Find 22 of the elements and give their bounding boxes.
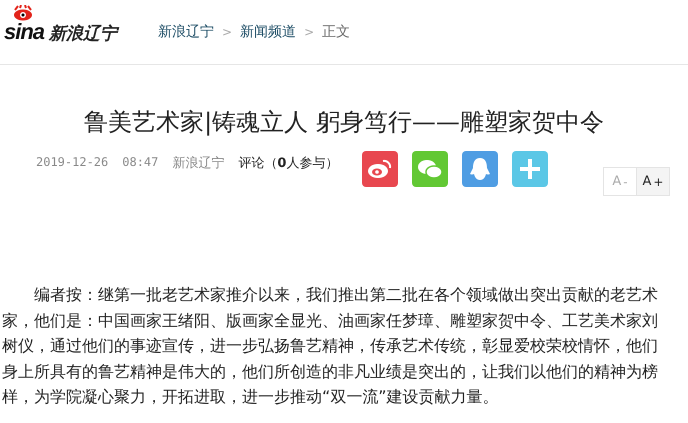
source-name: 新浪辽宁 (172, 155, 224, 172)
publish-time: 08:47 (122, 155, 158, 169)
qq-share-button[interactable] (462, 151, 498, 187)
chat-bubbles-icon (417, 158, 444, 180)
weibo-share-button[interactable] (362, 151, 398, 187)
comments-link[interactable]: 评论（0人参与） (238, 154, 338, 172)
article-paragraph: 编者按：继第一批老艺术家推介以来，我们推出第二批在各个领域做出突出贡献的老艺术家，他们是：中国画家王绪阳、版画家全显光、油画家任梦璋、雕塑家贺中令、工艺美术家刘树仪，通过他们的事迹宣传，进一步弘扬鲁艺精神，传承艺术传统，彰显爱校荣校情怀，他们身上所具有的鲁艺精神是伟大的，他们所创造的非凡业绩是突出的，让我们以他们的精神为榜样，为学院凝心聚力，开拓进取，进一步推动“双一流”建设贡献力量。 (2, 284, 659, 408)
more-share-button[interactable] (512, 151, 548, 187)
breadcrumb-item: 正文 (322, 23, 350, 41)
article-title: 鲁美艺术家|铸魂立人 躬身笃行——雕塑家贺中令 (83, 107, 605, 138)
breadcrumb-item[interactable]: 新闻频道 (240, 23, 296, 41)
breadcrumb-separator: > (222, 25, 232, 39)
site-name: 新浪辽宁 (49, 23, 118, 45)
weibo-eye-icon (367, 158, 394, 180)
eye-logo-icon (12, 5, 34, 21)
breadcrumb-item[interactable]: 新浪辽宁 (158, 23, 214, 41)
logo-wordmark: sina (4, 19, 44, 45)
penguin-icon (469, 156, 492, 182)
breadcrumb-separator: > (304, 25, 314, 39)
publish-date: 2019-12-26 (36, 155, 108, 169)
plus-icon (518, 157, 542, 181)
wechat-share-button[interactable] (412, 151, 448, 187)
